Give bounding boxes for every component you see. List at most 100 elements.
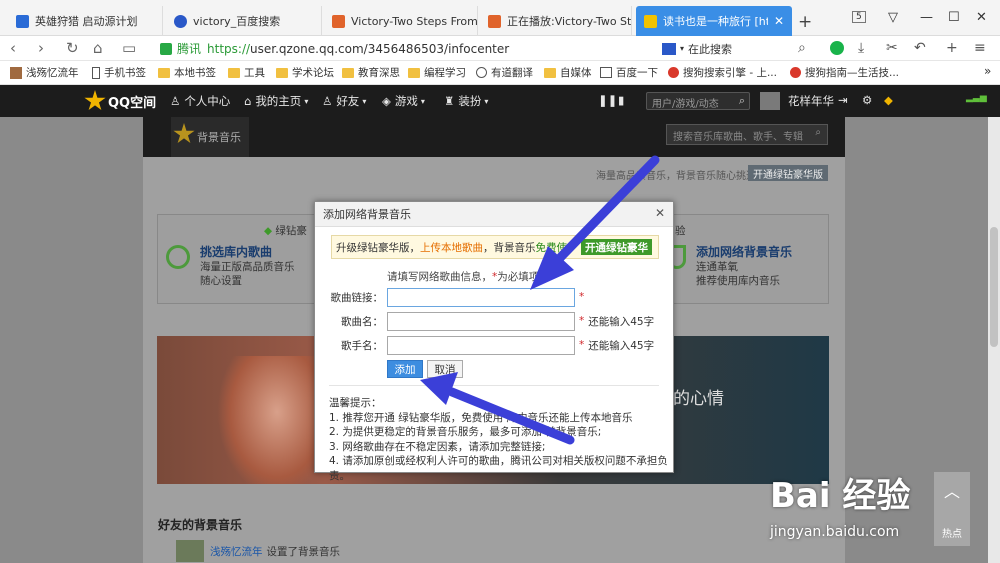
search-icon[interactable]: ⌕	[739, 94, 745, 108]
url-field[interactable]: 腾讯 https:// user.qzone.qq.com/3456486503…	[160, 39, 650, 58]
forward-icon[interactable]: ›	[38, 39, 44, 57]
bookmark-item[interactable]: 搜狗搜索引擎 - 上...	[668, 65, 777, 80]
card-desc: 随心设置	[200, 275, 242, 287]
undo-icon[interactable]: ↶	[914, 40, 926, 56]
friend-name-link[interactable]: 浅殇忆流年	[210, 544, 263, 559]
more-bookmarks-icon[interactable]: »	[984, 64, 991, 78]
friend-action-text: 设置了背景音乐	[266, 545, 341, 558]
card-add-network[interactable]: 添加网络背景音乐 连通革氧 推荐使用库内音乐	[668, 243, 792, 288]
tab-4[interactable]: 正在播放:Victory-Two Steps	[480, 6, 632, 36]
chevron-down-icon: ▾	[420, 96, 425, 106]
signal-icon[interactable]: ▮	[618, 93, 624, 107]
nav-decorate[interactable]: ♜ 装扮 ▾	[444, 93, 488, 109]
singer-row: 歌手名： * 还能输入45字	[315, 335, 675, 355]
avatar[interactable]	[760, 92, 780, 110]
tab-title: Victory-Two Steps From He	[351, 14, 478, 28]
banner-highlight: 免费使	[535, 241, 568, 254]
bookmark-item[interactable]: 工具	[228, 65, 265, 80]
close-window-button[interactable]: ✕	[976, 10, 987, 25]
bookmark-label: 百度一下	[616, 67, 658, 79]
promo-text: 海量高品质音乐，背景音乐随心挑选	[596, 171, 756, 182]
download-icon[interactable]: ⤓	[858, 40, 864, 56]
nav-personal-center[interactable]: ♙ 个人中心	[170, 93, 230, 109]
hot-label[interactable]: 热点	[942, 525, 962, 540]
tab-1[interactable]: 英雄狩猎 启动源计划	[8, 6, 163, 36]
reload-icon[interactable]: ↻	[66, 39, 79, 57]
hint-text: 为必填项	[497, 271, 540, 283]
cancel-button[interactable]: 取消	[427, 360, 463, 378]
bookmark-item[interactable]: 浅殇忆流年	[10, 65, 79, 80]
wechat-icon[interactable]	[830, 41, 844, 55]
nav-games[interactable]: ◈ 游戏 ▾	[382, 93, 425, 109]
bookmark-label: 手机书签	[104, 67, 146, 79]
username[interactable]: 花样年华	[788, 93, 834, 109]
sogou-icon	[668, 67, 679, 78]
tab-count-badge[interactable]: 5	[852, 11, 866, 23]
search-placeholder: 在此搜索	[688, 42, 733, 56]
globe-icon	[476, 67, 487, 78]
add-button[interactable]: 添加	[387, 360, 423, 378]
page-icon	[332, 14, 345, 28]
bookmark-item[interactable]: 自媒体	[544, 65, 592, 80]
card-desc: 海量正版高品质音乐	[200, 261, 295, 273]
search-icon[interactable]: ⌕	[815, 127, 821, 138]
chevron-down-icon: ▾	[484, 96, 489, 106]
gear-icon[interactable]: ⚙	[862, 93, 872, 107]
nav-my-home[interactable]: ⌂ 我的主页 ▾	[244, 93, 308, 109]
bookmark-item[interactable]: 教育深思	[342, 65, 400, 80]
card-pick-library[interactable]: 挑选库内歌曲 海量正版高品质音乐 随心设置	[166, 243, 295, 288]
bookmark-item[interactable]: 编程学习	[408, 65, 466, 80]
bookmark-item[interactable]: 本地书签	[158, 65, 216, 80]
open-vip-deluxe-button[interactable]: 开通绿钻豪华	[581, 239, 652, 255]
nav-friends[interactable]: ♙ 好友 ▾	[322, 93, 366, 109]
qzone-logo-text: QQ空间	[108, 95, 157, 111]
back-icon[interactable]: ‹	[10, 39, 16, 57]
scrollbar[interactable]	[988, 117, 1000, 563]
bookmark-item[interactable]: 搜狗指南—生活技...	[790, 65, 899, 80]
music-search-input[interactable]: 搜索音乐库歌曲、歌手、专辑 ⌕	[666, 124, 828, 145]
reader-icon[interactable]: ▭	[122, 39, 136, 57]
card-title: 挑选库内歌曲	[200, 245, 273, 259]
home-icon[interactable]: ⌂	[93, 39, 103, 57]
bookmark-item[interactable]: 百度一下	[600, 65, 658, 80]
add-icon[interactable]: +	[946, 40, 958, 56]
qzone-search-input[interactable]: 用户/游戏/动态 ⌕	[646, 92, 750, 110]
friend-avatar[interactable]	[176, 540, 204, 562]
song-link-input[interactable]	[387, 287, 575, 307]
friends-icon: ♙	[322, 94, 333, 108]
tab-2[interactable]: victory_百度搜索	[166, 6, 322, 36]
shirt-icon: ♜	[444, 94, 455, 108]
close-tab-icon[interactable]: ✕	[774, 14, 784, 28]
vip-label: ◆ 绿钻豪	[264, 223, 307, 238]
scrollbar-thumb[interactable]	[990, 227, 998, 347]
new-tab-button[interactable]: +	[798, 12, 812, 32]
pause-icon[interactable]: ❚❚	[598, 93, 617, 107]
minimize-button[interactable]: —	[920, 10, 933, 25]
bookmark-item[interactable]: 手机书签	[92, 65, 146, 80]
bookmark-item[interactable]: 学术论坛	[276, 65, 334, 80]
user-icon: ♙	[170, 94, 181, 108]
tab-5-active[interactable]: 读书也是一种旅行 [http://3: ✕	[636, 6, 792, 36]
open-vip-button[interactable]: 开通绿钻豪华版	[748, 165, 828, 181]
scissors-icon[interactable]: ✂	[886, 40, 898, 56]
tip-item: 1. 推荐您开通 绿钻豪华版，免费使用 库内音乐还能上传本地音乐	[329, 411, 633, 424]
tab-3[interactable]: Victory-Two Steps From He	[324, 6, 478, 36]
song-link-label: 歌曲链接：	[330, 291, 384, 304]
bookmark-item[interactable]: 有道翻译	[476, 65, 533, 80]
song-name-input[interactable]	[387, 311, 575, 331]
bookmark-label: 浅殇忆流年	[26, 67, 79, 79]
tab-title: 英雄狩猎 启动源计划	[35, 15, 138, 28]
chevron-up-icon[interactable]: ︿	[944, 478, 960, 502]
close-icon[interactable]: ✕	[655, 206, 665, 220]
menu-icon[interactable]: ≡	[974, 40, 986, 56]
baidu-watermark-logo: Bai 经验	[770, 476, 911, 516]
maximize-button[interactable]: ☐	[948, 10, 960, 25]
logout-icon[interactable]: ⇥	[838, 93, 848, 107]
qzone-logo[interactable]: QQ空间	[84, 90, 156, 112]
search-icon[interactable]: ⌕	[798, 40, 806, 56]
banner-text: ，背景音乐	[483, 241, 536, 254]
singer-input[interactable]	[387, 335, 575, 355]
back-to-top-widget[interactable]: ︿ 热点	[934, 472, 970, 546]
skin-icon[interactable]: ▽	[888, 10, 898, 25]
diamond-icon[interactable]: ◆	[884, 93, 893, 107]
